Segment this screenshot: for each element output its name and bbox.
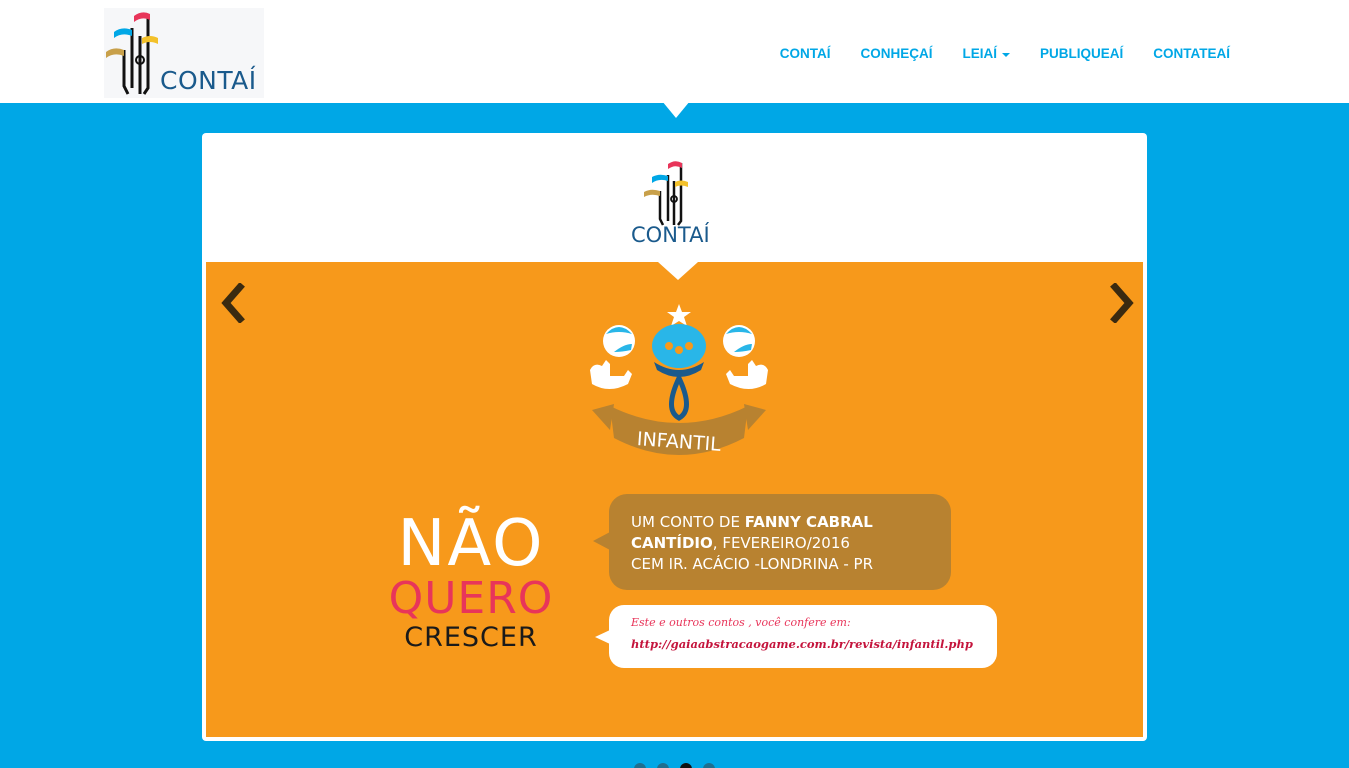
main-nav: CONTAÍ CONHEÇAÍ LEIAÍ PUBLIQUEAÍ CONTATE…	[750, 46, 1230, 61]
author-school: CEM IR. ACÁCIO -LONDRINA - PR	[631, 555, 874, 573]
author-date: , FEVEREIRO/2016	[712, 534, 850, 552]
carousel-next-button[interactable]	[1105, 282, 1137, 324]
carousel-indicator-1[interactable]	[634, 763, 646, 768]
title-line-2: QUERO	[388, 573, 554, 624]
author-bubble: UM CONTO DE FANNY CABRAL CANTÍDIO, FEVER…	[593, 494, 951, 590]
title-line-3: CRESCER	[404, 622, 538, 653]
story-url: http://gaiaabstracaogame.com.br/revista/…	[631, 637, 973, 651]
author-prefix: UM CONTO DE	[631, 513, 745, 531]
author-name-b: CANTÍDIO	[631, 534, 713, 552]
card-logo-name: CONTAÍ	[631, 223, 710, 247]
nav-item-label: CONTATEAÍ	[1153, 46, 1230, 61]
brand-logo[interactable]: CONTAÍ	[104, 8, 264, 98]
carousel: CONTAÍ INFANTIL NÃO QUERO CRESCER UM CON…	[202, 133, 1147, 741]
nav-item-publiqueai[interactable]: PUBLIQUEAÍ	[1040, 46, 1123, 61]
carousel-indicator-2[interactable]	[657, 763, 669, 768]
carousel-indicator-3[interactable]	[680, 763, 692, 768]
carousel-prev-button[interactable]	[218, 282, 250, 324]
navbar: CONTAÍ CONTAÍ CONHEÇAÍ LEIAÍ PUBLIQUEAÍ …	[0, 0, 1349, 103]
nav-pointer-arrow	[662, 101, 690, 118]
story-title: NÃO QUERO CRESCER	[356, 512, 586, 654]
title-line-1: NÃO	[397, 507, 545, 581]
caret-down-icon	[1001, 52, 1010, 57]
nav-item-contai[interactable]: CONTAÍ	[780, 46, 831, 61]
carousel-indicator-4[interactable]	[703, 763, 715, 768]
nav-item-label: LEIAÍ	[962, 46, 997, 61]
nav-item-label: CONHEÇAÍ	[860, 46, 933, 61]
nav-item-label: PUBLIQUEAÍ	[1039, 46, 1124, 61]
slide-active[interactable]: INFANTIL NÃO QUERO CRESCER UM CONTO DE F…	[206, 262, 1143, 737]
slide-pointer-arrow	[658, 262, 698, 280]
badge-label: INFANTIL	[636, 428, 722, 456]
carousel-indicators	[634, 763, 715, 768]
nav-item-contateai[interactable]: CONTATEAÍ	[1153, 46, 1230, 61]
nav-item-label: CONTAÍ	[779, 46, 831, 61]
link-intro: Este e outros contos , você confere em:	[631, 616, 851, 629]
link-bubble: Este e outros contos , você confere em: …	[595, 605, 997, 668]
nav-item-conhecai[interactable]: CONHEÇAÍ	[860, 46, 932, 61]
brand-name: CONTAÍ	[160, 66, 257, 95]
infantil-badge-icon: INFANTIL	[590, 304, 768, 456]
nav-item-leiai-dropdown[interactable]: LEIAÍ	[962, 46, 1010, 61]
author-name-a: FANNY CABRAL	[744, 513, 873, 531]
card-logo: CONTAÍ	[628, 159, 728, 249]
chevron-left-icon	[221, 282, 245, 324]
chevron-right-icon	[1110, 282, 1134, 324]
flags-logo-icon	[644, 161, 688, 226]
